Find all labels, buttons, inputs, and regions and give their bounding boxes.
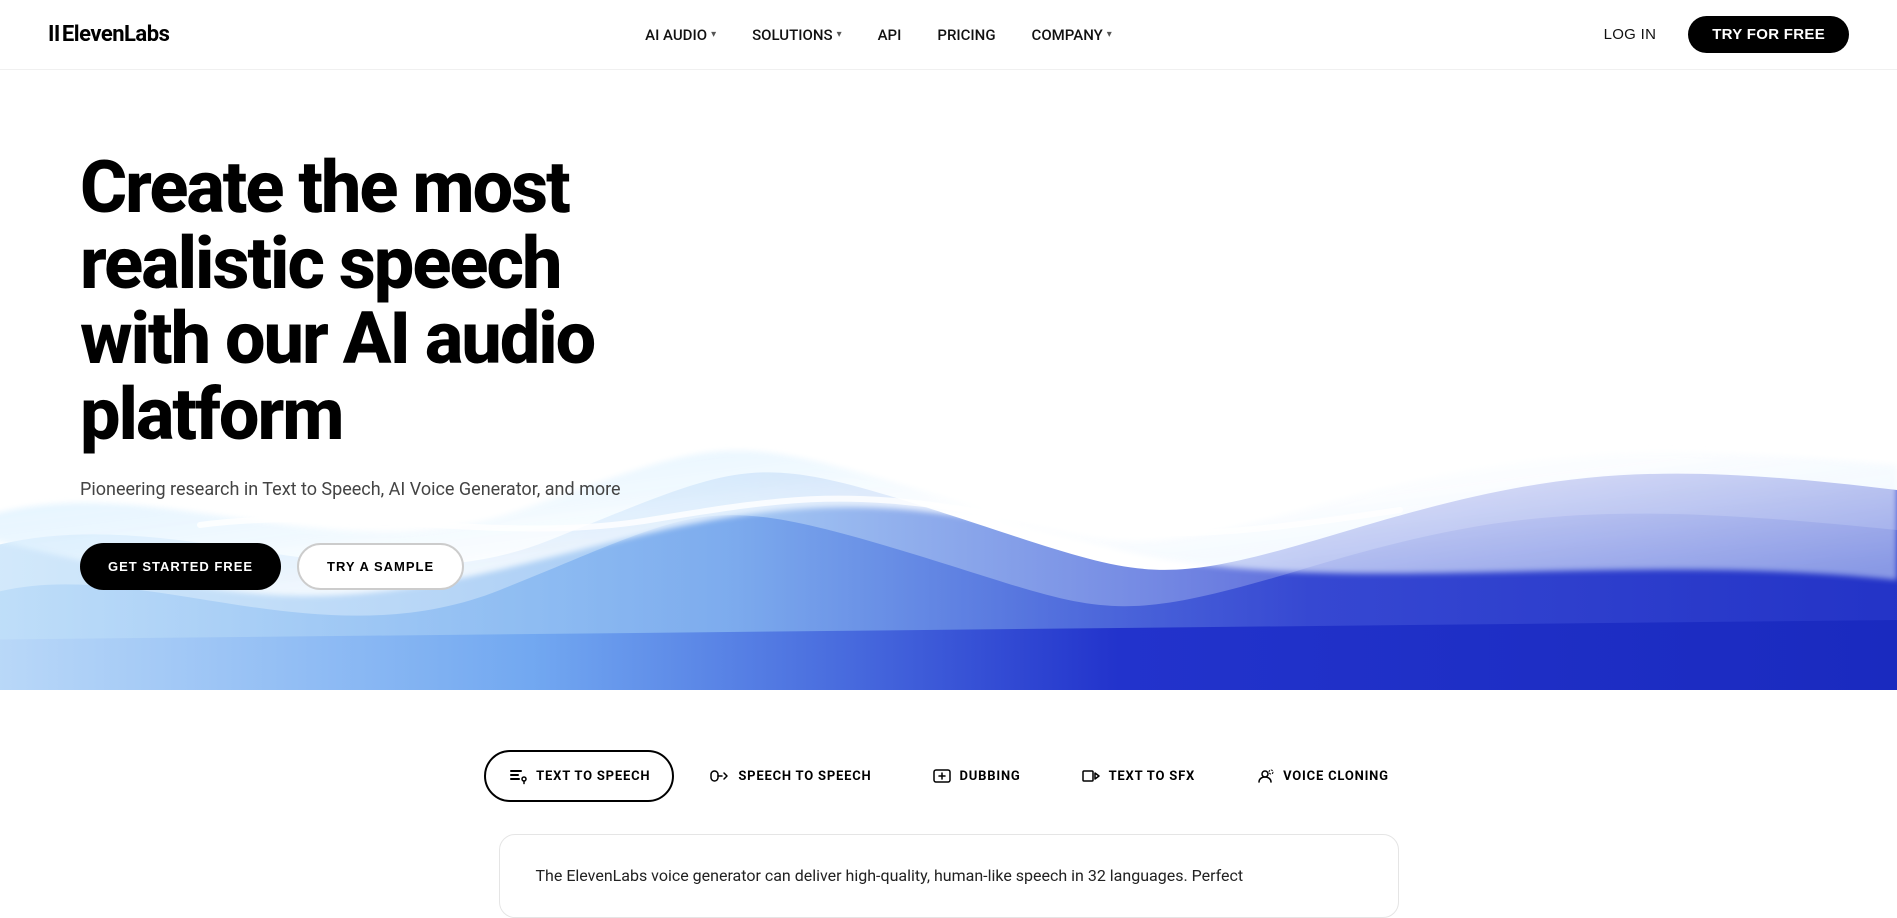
nav-item-api[interactable]: API <box>864 18 916 52</box>
description-card: The ElevenLabs voice generator can deliv… <box>499 834 1399 918</box>
chevron-down-icon: ▾ <box>1107 29 1112 40</box>
tab-label-vc: VOICE CLONING <box>1283 769 1389 784</box>
hero-section: Create the most realistic speech with ou… <box>0 70 1897 690</box>
nav-label-company: COMPANY <box>1032 26 1103 44</box>
tab-label-dubbing: DUBBING <box>960 769 1021 784</box>
sts-icon <box>710 766 730 786</box>
sfx-icon <box>1081 766 1101 786</box>
tab-text-to-speech[interactable]: TEXT TO SPEECH <box>484 750 674 802</box>
nav-label-pricing: PRICING <box>937 26 995 44</box>
nav-label-ai-audio: AI AUDIO <box>645 26 707 44</box>
nav-label-solutions: SOLUTIONS <box>752 26 832 44</box>
login-button[interactable]: LOG IN <box>1588 18 1673 51</box>
hero-subtitle: Pioneering research in Text to Speech, A… <box>80 476 780 503</box>
navbar: IIElevenLabs AI AUDIO ▾ SOLUTIONS ▾ API … <box>0 0 1897 70</box>
nav-item-pricing[interactable]: PRICING <box>923 18 1009 52</box>
tab-label-sts: SPEECH TO SPEECH <box>738 769 871 784</box>
nav-center: AI AUDIO ▾ SOLUTIONS ▾ API PRICING COMPA… <box>631 18 1126 52</box>
get-started-button[interactable]: GET STARTED FREE <box>80 543 281 590</box>
tabs-row: TEXT TO SPEECH SPEECH TO SPEECH DUBBING <box>444 750 1453 802</box>
hero-buttons: GET STARTED FREE TRY A SAMPLE <box>80 543 780 590</box>
tab-voice-cloning[interactable]: VOICE CLONING <box>1231 750 1413 802</box>
try-sample-button[interactable]: TRY A SAMPLE <box>297 543 464 590</box>
hero-title-line1: Create the most realistic speech <box>80 145 569 306</box>
chevron-down-icon: ▾ <box>837 29 842 40</box>
logo-name: ElevenLabs <box>62 22 170 47</box>
tab-label-sfx: TEXT TO SFX <box>1109 769 1196 784</box>
nav-item-solutions[interactable]: SOLUTIONS ▾ <box>738 18 856 52</box>
nav-right: LOG IN TRY FOR FREE <box>1588 16 1849 53</box>
tabs-section: TEXT TO SPEECH SPEECH TO SPEECH DUBBING <box>0 690 1897 918</box>
tab-dubbing[interactable]: DUBBING <box>908 750 1045 802</box>
tts-icon <box>508 766 528 786</box>
dub-icon <box>932 766 952 786</box>
try-free-button[interactable]: TRY FOR FREE <box>1688 16 1849 53</box>
nav-item-ai-audio[interactable]: AI AUDIO ▾ <box>631 18 730 52</box>
logo-text: II <box>48 22 60 47</box>
tab-speech-to-speech[interactable]: SPEECH TO SPEECH <box>686 750 895 802</box>
nav-label-api: API <box>878 26 902 44</box>
nav-item-company[interactable]: COMPANY ▾ <box>1018 18 1126 52</box>
hero-title: Create the most realistic speech with ou… <box>80 150 780 452</box>
description-text: The ElevenLabs voice generator can deliv… <box>536 863 1362 889</box>
chevron-down-icon: ▾ <box>711 29 716 40</box>
logo[interactable]: IIElevenLabs <box>48 22 169 47</box>
hero-text: Create the most realistic speech with ou… <box>80 150 780 590</box>
hero-title-line2: with our AI audio platform <box>80 296 594 457</box>
vc-icon <box>1255 766 1275 786</box>
tab-text-to-sfx[interactable]: TEXT TO SFX <box>1057 750 1220 802</box>
tab-label-tts: TEXT TO SPEECH <box>536 769 650 784</box>
